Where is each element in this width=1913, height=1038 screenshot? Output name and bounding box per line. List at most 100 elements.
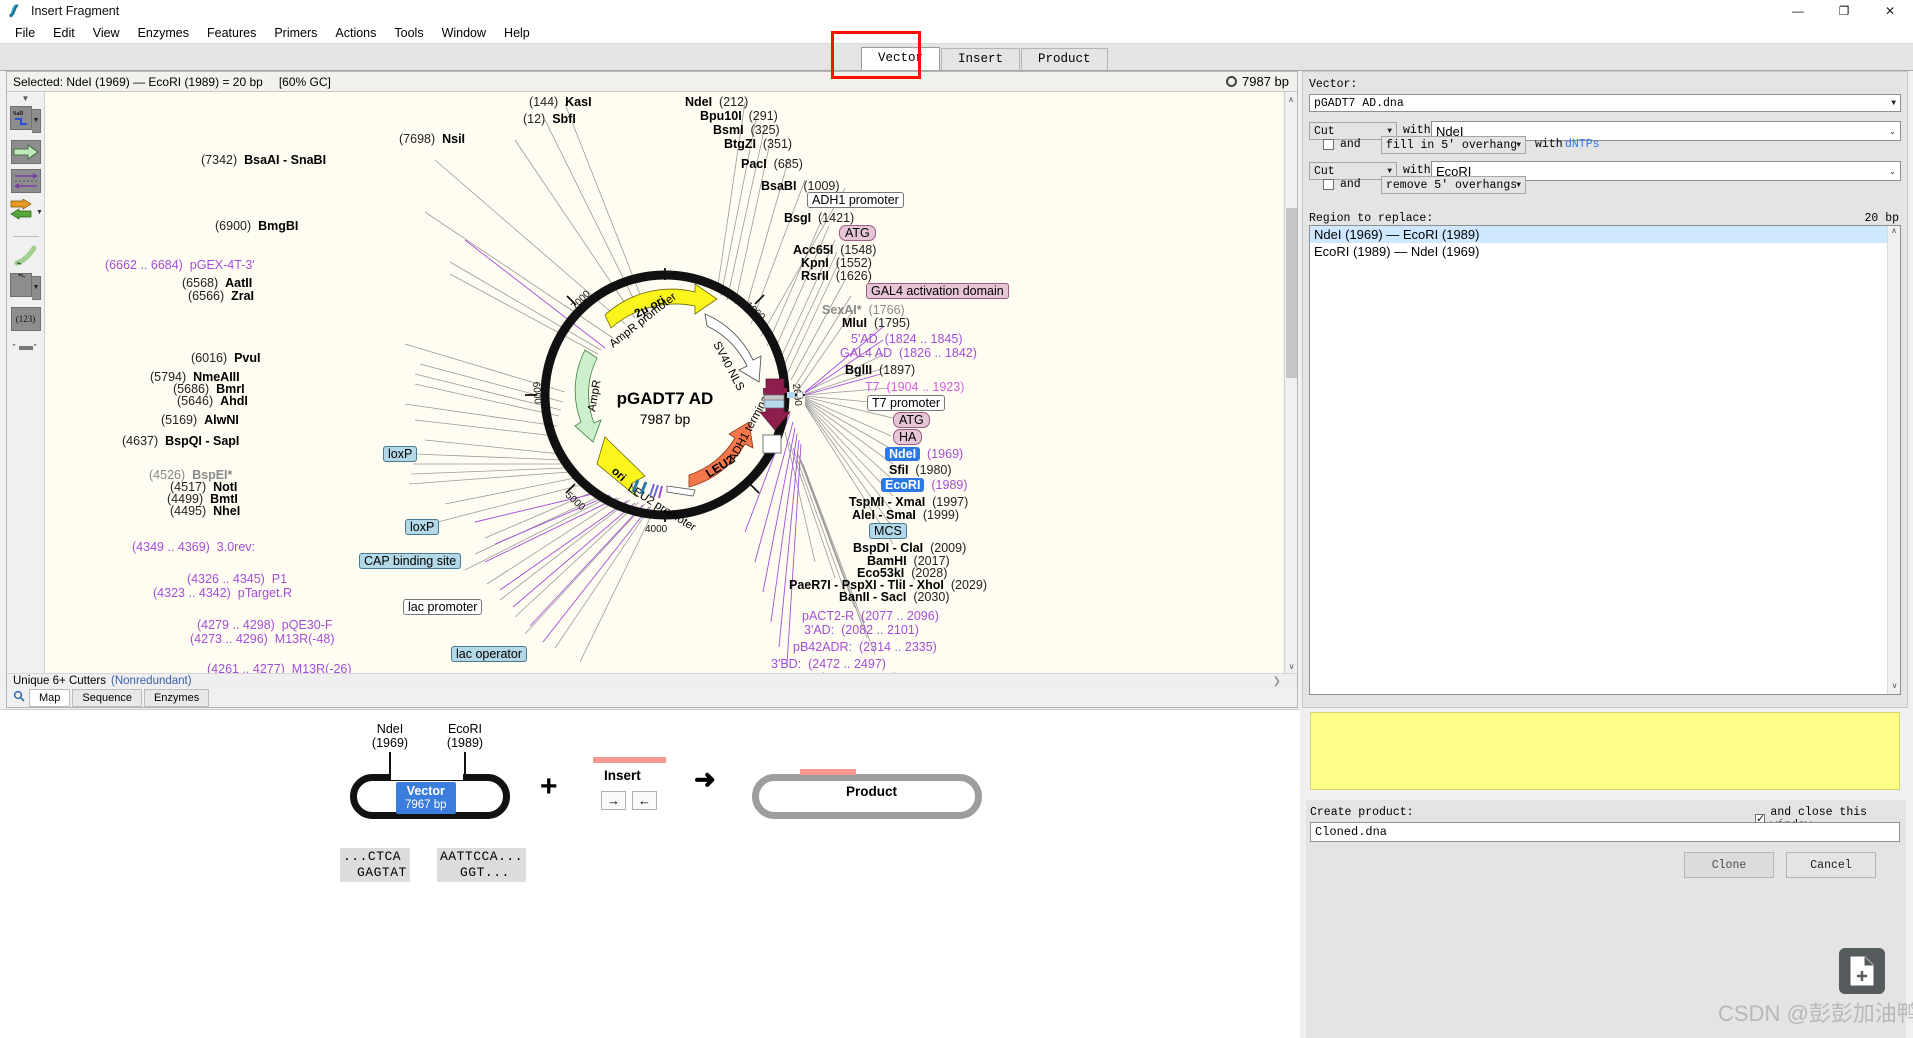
vector-right-tick [464, 752, 466, 774]
text-tool-dropdown[interactable]: ▼ [32, 275, 41, 300]
map-vertical-scrollbar[interactable]: ∧ ∨ [1284, 92, 1297, 673]
ruler-tool-button[interactable]: " " [13, 342, 39, 356]
svg-text:4000: 4000 [645, 524, 668, 535]
map-tool-column: ▼ SalI ▼ ▼ ▼ (123) " " [7, 92, 45, 707]
plasmid-name: pGADT7 AD [617, 389, 714, 408]
product-insert-segment [800, 769, 856, 775]
scroll-up-arrow[interactable]: ∧ [1285, 92, 1297, 106]
cut-2-modifier-select[interactable]: remove 5' overhangs ▼ [1381, 176, 1526, 194]
plasmid-map-canvas[interactable]: 1000 2000 3000 4000 5000 6000 7000 2μ or… [45, 92, 1283, 673]
cut-1-modifier-select[interactable]: fill in 5' overhangs ▼ [1381, 136, 1526, 154]
menu-view[interactable]: View [84, 24, 129, 42]
scroll-thumb[interactable] [1286, 208, 1297, 378]
cutters-label: Unique 6+ Cutters [13, 675, 107, 687]
insert-label: Insert [604, 768, 641, 783]
vector-left-enzyme-label: NdeI (1969) [371, 722, 409, 750]
toolbar-divider [12, 236, 39, 237]
vector-gap [391, 770, 463, 780]
result-arrow-icon: ➜ [694, 764, 716, 794]
menu-tools[interactable]: Tools [385, 24, 432, 42]
create-product-label: Create product: [1310, 806, 1414, 819]
cancel-button[interactable]: Cancel [1786, 852, 1876, 878]
svg-text:6000: 6000 [530, 381, 543, 405]
cut-1-and-label: and [1340, 138, 1361, 151]
window-title: Insert Fragment [31, 4, 120, 18]
view-tab-map[interactable]: Map [29, 688, 71, 707]
app-icon [7, 3, 23, 19]
new-document-float-button[interactable] [1839, 948, 1885, 994]
cut-1-modifier-checkbox[interactable] [1323, 139, 1334, 150]
sequence-length: 7987 bp [1242, 74, 1289, 89]
selection-text: Selected: NdeI (1969) — EcoRI (1989) = 2… [13, 74, 263, 89]
dntps-link[interactable]: dNTPs [1565, 138, 1600, 151]
menu-help[interactable]: Help [495, 24, 539, 42]
plus-symbol: + [540, 770, 558, 803]
chevron-down-icon: ⌄ [1889, 126, 1896, 136]
menu-primers[interactable]: Primers [265, 24, 326, 42]
region-size-label: 20 bp [1864, 212, 1899, 225]
insert-reverse-button[interactable]: ← [632, 791, 657, 810]
product-name-input[interactable]: Cloned.dna [1310, 822, 1900, 842]
menu-enzymes[interactable]: Enzymes [129, 24, 198, 42]
horizontal-scroll-chevron[interactable]: ❯ [1273, 676, 1281, 687]
menu-window[interactable]: Window [433, 24, 495, 42]
region-scroll-up-arrow[interactable]: ∧ [1888, 226, 1900, 239]
chevron-down-icon: ⌄ [1889, 166, 1896, 176]
map-panel: Selected: NdeI (1969) — EcoRI (1989) = 2… [6, 71, 1298, 708]
enzyme-tool-button[interactable]: SalI [10, 106, 32, 130]
chevron-down-icon: ▼ [1516, 140, 1521, 150]
cut-1-modifier-value: fill in 5' overhangs [1386, 138, 1517, 152]
enzyme-tool-dropdown[interactable]: ▼ [32, 108, 41, 133]
insert-forward-button[interactable]: → [601, 791, 626, 810]
translation-tool-dropdown[interactable]: ▼ [36, 209, 43, 216]
region-scroll-down-arrow[interactable]: ∨ [1888, 681, 1900, 694]
view-tab-sequence[interactable]: Sequence [72, 688, 142, 707]
cut-action-1-value: Cut [1314, 124, 1335, 138]
tab-vector[interactable]: Vector [861, 47, 941, 70]
cut-2-modifier-value: remove 5' overhangs [1386, 178, 1517, 192]
new-document-icon [1850, 956, 1874, 986]
insert-bar[interactable] [593, 757, 666, 763]
view-tab-enzymes[interactable]: Enzymes [143, 688, 210, 707]
cutters-mode[interactable]: (Nonredundant) [111, 675, 192, 687]
chevron-down-icon: ▼ [1516, 180, 1521, 190]
maximize-button[interactable]: ❐ [1821, 0, 1867, 22]
toolcol-collapse-caret[interactable]: ▼ [22, 95, 30, 103]
tab-strip: Vector Insert Product [0, 44, 1913, 71]
vector-select-value: pGADT7 AD.dna [1314, 96, 1404, 110]
menu-edit[interactable]: Edit [44, 24, 84, 42]
minimize-button[interactable]: — [1775, 0, 1821, 22]
region-option-1[interactable]: EcoRI (1989) — NdeI (1969) [1310, 243, 1900, 260]
clone-button[interactable]: Clone [1684, 852, 1774, 878]
feature-arrow-tool-button[interactable] [10, 140, 41, 164]
region-option-0[interactable]: NdeI (1969) — EcoRI (1989) [1310, 226, 1900, 243]
number-tool-button[interactable]: (123) [10, 307, 41, 331]
primer-tool-button[interactable] [10, 169, 41, 193]
menu-features[interactable]: Features [198, 24, 265, 42]
close-button[interactable]: ✕ [1867, 0, 1913, 22]
cloning-options-panel: Vector: pGADT7 AD.dna ▼ Cut ▼ with NdeI … [1302, 71, 1908, 708]
text-tool-button[interactable]: Abc [10, 273, 32, 297]
cut-2-modifier-checkbox[interactable] [1323, 179, 1334, 190]
product-preview-box [1310, 712, 1900, 790]
search-icon[interactable] [11, 690, 27, 705]
menu-actions[interactable]: Actions [326, 24, 385, 42]
menu-file[interactable]: File [6, 24, 44, 42]
scroll-down-arrow[interactable]: ∨ [1285, 659, 1298, 673]
translation-tool-button[interactable] [8, 198, 34, 222]
sequence-right: AATTCCA... GGT... [437, 848, 527, 882]
region-to-replace-list[interactable]: NdeI (1969) — EcoRI (1989) EcoRI (1989) … [1309, 225, 1901, 695]
menu-bar: File Edit View Enzymes Features Primers … [0, 22, 1913, 44]
tab-product[interactable]: Product [1021, 48, 1108, 70]
svg-text:SalI: SalI [13, 111, 24, 117]
region-list-scrollbar[interactable]: ∧ ∨ [1887, 226, 1900, 694]
chevron-down-icon: ▼ [1891, 98, 1896, 108]
vector-select[interactable]: pGADT7 AD.dna ▼ [1309, 94, 1901, 112]
highlight-tool-button[interactable] [13, 244, 39, 268]
chevron-down-icon: ▼ [1387, 166, 1392, 176]
sequence-left: ...CTCA GAGTAT [340, 848, 410, 882]
tab-insert[interactable]: Insert [941, 48, 1021, 70]
vector-badge[interactable]: Vector 7967 bp [396, 782, 456, 814]
gc-content-text: [60% GC] [278, 74, 331, 89]
region-to-replace-label: Region to replace: [1309, 212, 1434, 225]
